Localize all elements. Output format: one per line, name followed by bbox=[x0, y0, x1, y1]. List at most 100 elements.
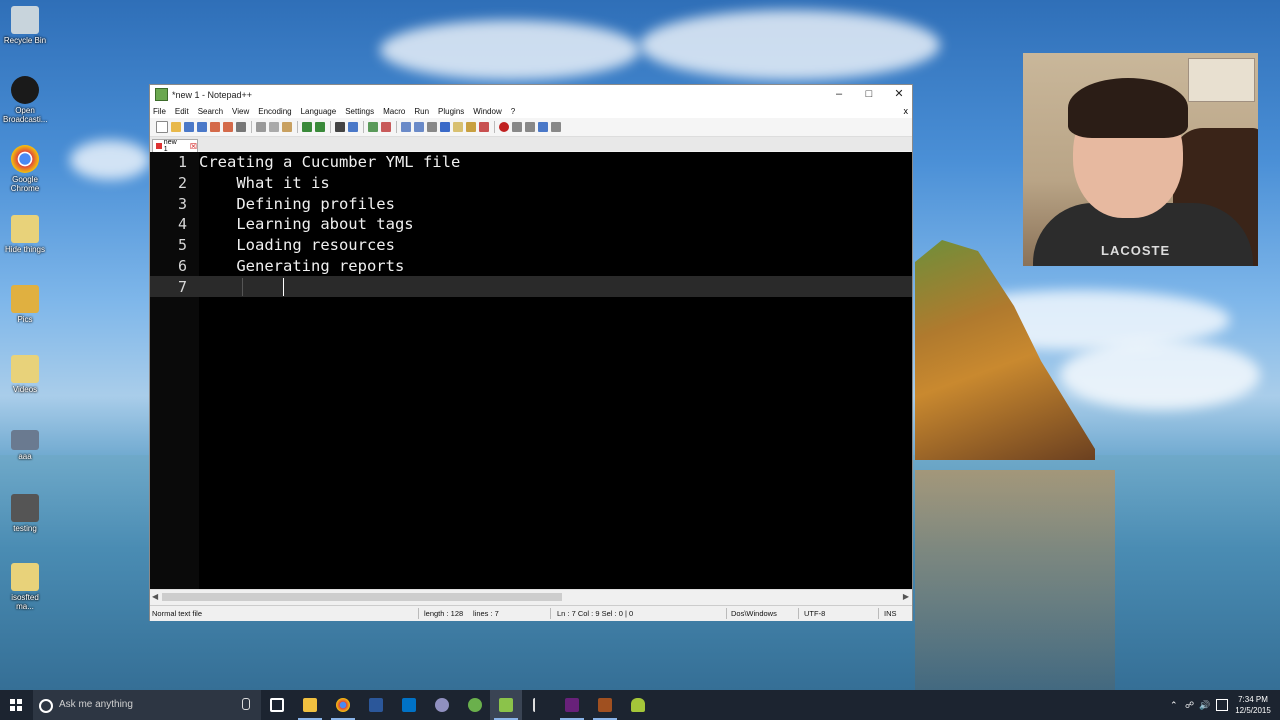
menu-help[interactable]: ? bbox=[511, 107, 515, 116]
recycle-bin-icon bbox=[11, 6, 39, 34]
menu-window[interactable]: Window bbox=[473, 107, 501, 116]
function-list-icon[interactable] bbox=[466, 122, 476, 132]
folder-icon bbox=[11, 285, 39, 313]
undo-icon[interactable] bbox=[302, 122, 312, 132]
taskbar-game-app[interactable] bbox=[589, 690, 621, 720]
editor-area[interactable]: 1 Creating a Cucumber YML file 2 What it… bbox=[150, 152, 912, 589]
taskbar-word[interactable] bbox=[360, 690, 392, 720]
chrome-icon bbox=[336, 698, 350, 712]
microphone-icon[interactable] bbox=[242, 698, 250, 710]
line-text: What it is bbox=[199, 174, 330, 193]
tab-close-icon[interactable]: ☒ bbox=[190, 142, 197, 151]
scroll-left-icon[interactable]: ◀ bbox=[152, 590, 158, 604]
menu-view[interactable]: View bbox=[232, 107, 249, 116]
menu-search[interactable]: Search bbox=[198, 107, 223, 116]
horizontal-scrollbar[interactable]: ◀ ▶ bbox=[150, 589, 912, 604]
doc-map-icon[interactable] bbox=[453, 122, 463, 132]
wall-map bbox=[1188, 58, 1255, 102]
desktop-icon-recycle-bin[interactable]: Recycle Bin bbox=[3, 6, 47, 45]
status-encoding: UTF-8 bbox=[804, 609, 826, 618]
cliff bbox=[915, 240, 1095, 460]
visual-studio-icon bbox=[565, 698, 579, 712]
save-icon[interactable] bbox=[184, 122, 194, 132]
folder-workspace-icon[interactable] bbox=[479, 122, 489, 132]
close-file-icon[interactable] bbox=[210, 122, 220, 132]
cloud bbox=[640, 10, 940, 80]
menu-file[interactable]: File bbox=[153, 107, 166, 116]
taskbar-chrome[interactable] bbox=[327, 690, 359, 720]
taskbar-file-explorer[interactable] bbox=[294, 690, 326, 720]
desktop-icon-folder[interactable]: isosfted ma... bbox=[3, 563, 47, 611]
replace-icon[interactable] bbox=[348, 122, 358, 132]
menu-run[interactable]: Run bbox=[414, 107, 429, 116]
cut-icon[interactable] bbox=[256, 122, 266, 132]
taskbar-android[interactable] bbox=[622, 690, 654, 720]
find-icon[interactable] bbox=[335, 122, 345, 132]
scrollbar-thumb[interactable] bbox=[162, 593, 562, 601]
desktop-icon-aaa[interactable]: aaa bbox=[3, 430, 47, 461]
play-macro-icon[interactable] bbox=[525, 122, 535, 132]
minimize-button[interactable]: – bbox=[824, 85, 854, 104]
zoom-in-icon[interactable] bbox=[368, 122, 378, 132]
new-file-icon[interactable] bbox=[156, 121, 168, 133]
cortana-search-box[interactable]: Ask me anything bbox=[33, 690, 261, 720]
hair bbox=[1068, 78, 1188, 138]
word-icon bbox=[369, 698, 383, 712]
print-icon[interactable] bbox=[236, 122, 246, 132]
menu-encoding[interactable]: Encoding bbox=[258, 107, 291, 116]
redo-icon[interactable] bbox=[315, 122, 325, 132]
cloud bbox=[70, 140, 150, 180]
taskbar-app[interactable] bbox=[524, 690, 556, 720]
open-file-icon[interactable] bbox=[171, 122, 181, 132]
start-button[interactable] bbox=[0, 690, 32, 720]
taskbar: Ask me anything ⌃ ☍ 🔊 7:34 PM 12/5/2015 bbox=[0, 690, 1280, 720]
desktop-icon-pics[interactable]: Pics bbox=[3, 285, 47, 324]
desktop-icon-testing[interactable]: testing bbox=[3, 494, 47, 533]
status-divider bbox=[726, 608, 727, 619]
task-view-button[interactable] bbox=[261, 690, 293, 720]
close-all-icon[interactable] bbox=[223, 122, 233, 132]
status-lines: lines : 7 bbox=[473, 609, 499, 618]
menu-plugins[interactable]: Plugins bbox=[438, 107, 464, 116]
copy-icon[interactable] bbox=[269, 122, 279, 132]
desktop-icon-hide-things[interactable]: Hide things bbox=[3, 215, 47, 254]
close-document-button[interactable]: x bbox=[904, 104, 909, 118]
desktop-icon-obs[interactable]: Open Broadcasti... bbox=[3, 76, 47, 124]
close-button[interactable]: ✕ bbox=[884, 85, 914, 104]
taskbar-android-studio[interactable] bbox=[459, 690, 491, 720]
indent-guide-icon[interactable] bbox=[440, 122, 450, 132]
desktop-icon-videos[interactable]: Videos bbox=[3, 355, 47, 394]
folder-icon bbox=[11, 215, 39, 243]
volume-icon[interactable]: 🔊 bbox=[1199, 690, 1210, 720]
stop-macro-icon[interactable] bbox=[512, 122, 522, 132]
network-icon[interactable]: ☍ bbox=[1185, 690, 1194, 720]
save-all-icon[interactable] bbox=[197, 122, 207, 132]
run-macro-multiple-icon[interactable] bbox=[538, 122, 548, 132]
menu-language[interactable]: Language bbox=[301, 107, 337, 116]
save-macro-icon[interactable] bbox=[551, 122, 561, 132]
record-macro-icon[interactable] bbox=[499, 122, 509, 132]
code-line-active: 7 bbox=[150, 276, 912, 297]
scroll-right-icon[interactable]: ▶ bbox=[903, 590, 909, 604]
taskbar-app[interactable] bbox=[426, 690, 458, 720]
maximize-button[interactable]: □ bbox=[854, 85, 884, 104]
action-center-icon[interactable] bbox=[1216, 699, 1228, 711]
show-hidden-icons-icon[interactable]: ⌃ bbox=[1170, 690, 1178, 720]
desktop-icon-chrome[interactable]: Google Chrome bbox=[3, 145, 47, 193]
menu-macro[interactable]: Macro bbox=[383, 107, 405, 116]
menu-settings[interactable]: Settings bbox=[345, 107, 374, 116]
sync-scroll-icon[interactable] bbox=[401, 122, 411, 132]
zoom-out-icon[interactable] bbox=[381, 122, 391, 132]
paste-icon[interactable] bbox=[282, 122, 292, 132]
menu-edit[interactable]: Edit bbox=[175, 107, 189, 116]
line-text: Creating a Cucumber YML file bbox=[199, 153, 461, 172]
line-text: Generating reports bbox=[199, 256, 405, 275]
word-wrap-icon[interactable] bbox=[414, 122, 424, 132]
title-bar[interactable]: *new 1 - Notepad++ – □ ✕ bbox=[150, 85, 912, 104]
taskbar-outlook[interactable] bbox=[393, 690, 425, 720]
taskbar-visual-studio[interactable] bbox=[556, 690, 588, 720]
tab-new-1[interactable]: new 1 ☒ bbox=[152, 139, 198, 153]
taskbar-notepad-plus-plus[interactable] bbox=[490, 690, 522, 720]
system-clock[interactable]: 7:34 PM 12/5/2015 bbox=[1231, 694, 1275, 716]
show-all-chars-icon[interactable] bbox=[427, 122, 437, 132]
